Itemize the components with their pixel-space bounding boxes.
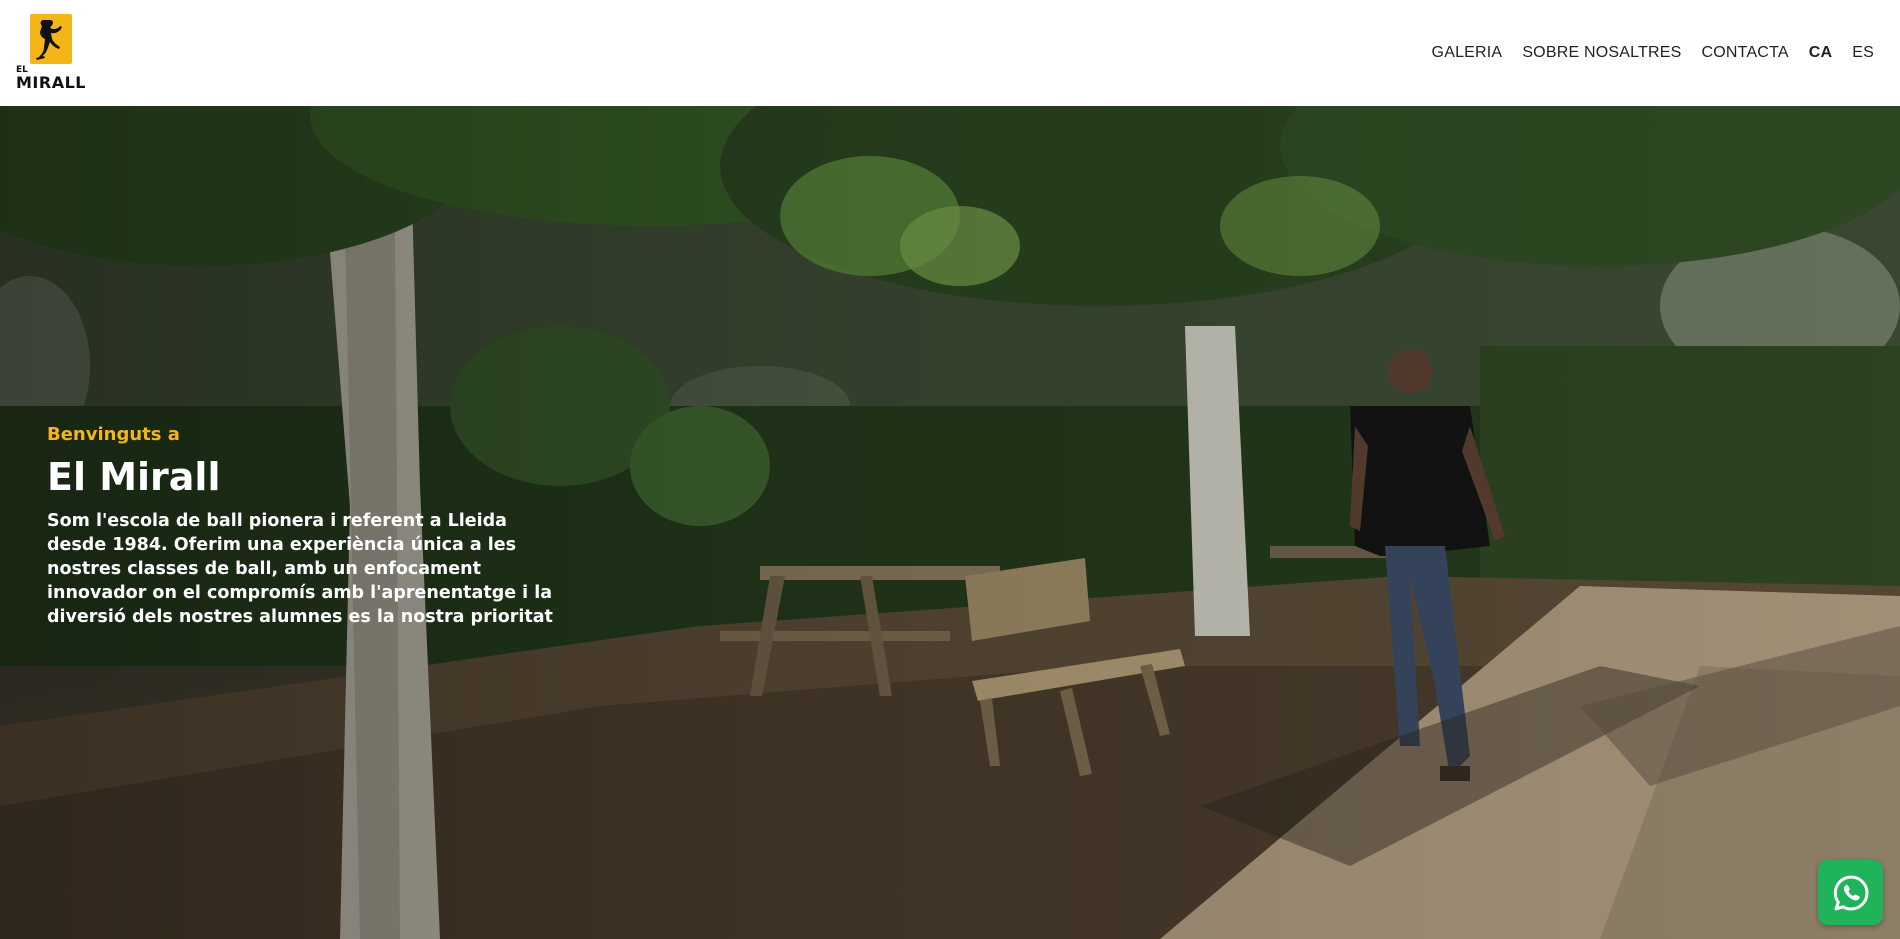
language-es[interactable]: ES: [1852, 44, 1874, 62]
hero-description: Som l'escola de ball pionera i referent …: [47, 511, 553, 627]
language-ca[interactable]: CA: [1809, 44, 1833, 62]
nav-item-galeria[interactable]: GALERIA: [1432, 44, 1503, 62]
whatsapp-icon: [1833, 875, 1868, 910]
whatsapp-button[interactable]: [1818, 860, 1883, 925]
site-header: EL MIRALL GALERIA SOBRE NOSALTRES CONTAC…: [0, 0, 1900, 106]
nav-item-sobre-nosaltres[interactable]: SOBRE NOSALTRES: [1522, 44, 1681, 62]
main-nav: GALERIA SOBRE NOSALTRES CONTACTA CA ES: [1412, 44, 1874, 62]
logo-text-mirall: MIRALL: [16, 73, 86, 92]
hero-section: Benvinguts a El Mirall Som l'escola de b…: [0, 106, 1900, 939]
hero-text-block: Benvinguts a El Mirall Som l'escola de b…: [47, 424, 567, 629]
logo-dancer-icon: [30, 14, 72, 64]
logo[interactable]: EL MIRALL: [16, 14, 90, 92]
hero-title: El Mirall: [47, 455, 221, 499]
nav-item-contacta[interactable]: CONTACTA: [1702, 44, 1789, 62]
hero-eyebrow: Benvinguts a: [47, 424, 180, 445]
